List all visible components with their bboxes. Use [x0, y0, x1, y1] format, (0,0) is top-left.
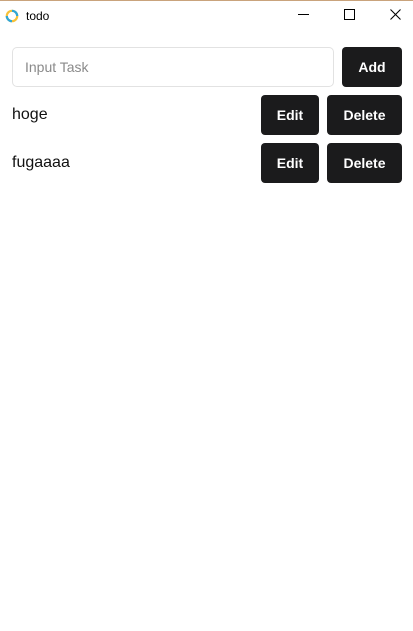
task-row: fugaaaa Edit Delete [0, 143, 413, 183]
delete-button[interactable]: Delete [327, 143, 402, 183]
task-input[interactable] [12, 47, 334, 87]
add-button[interactable]: Add [342, 47, 402, 87]
close-button[interactable] [372, 1, 413, 31]
delete-button[interactable]: Delete [327, 95, 402, 135]
maximize-button[interactable] [326, 1, 372, 31]
edit-button[interactable]: Edit [261, 143, 319, 183]
title-bar[interactable]: todo [0, 1, 413, 31]
task-row: hoge Edit Delete [0, 95, 413, 135]
app-logo-icon [5, 9, 19, 23]
app-content: Add hoge Edit Delete fugaaaa Edit Delete [0, 31, 413, 631]
maximize-icon [343, 7, 355, 25]
task-label: fugaaaa [12, 154, 70, 171]
minimize-icon [297, 7, 309, 25]
task-label: hoge [12, 106, 48, 123]
edit-button[interactable]: Edit [261, 95, 319, 135]
window-title: todo [26, 9, 50, 23]
minimize-button[interactable] [280, 1, 326, 31]
close-icon [389, 7, 401, 25]
